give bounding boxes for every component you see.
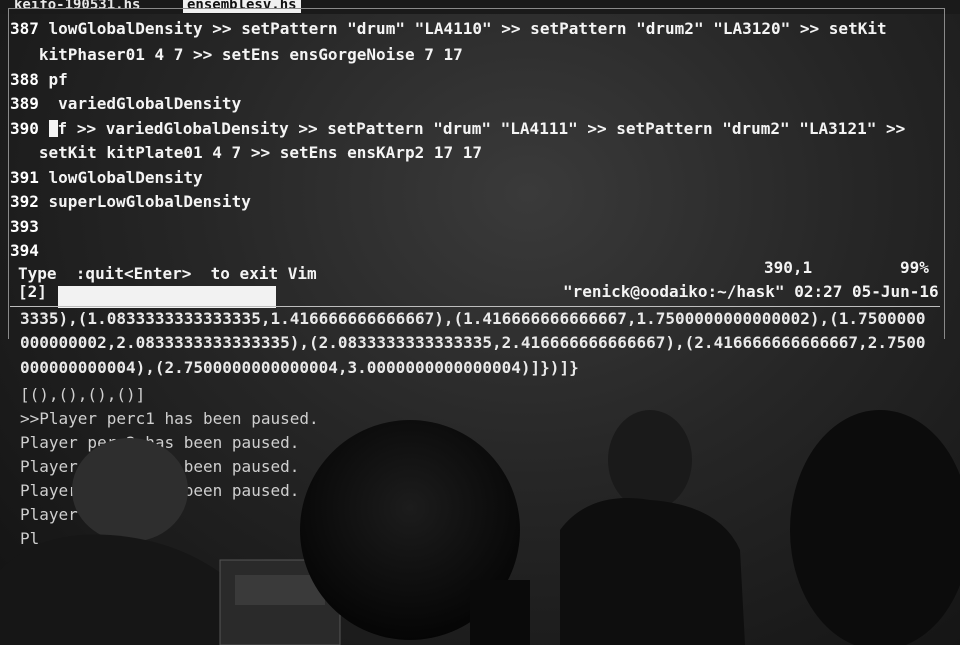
audience-body-left xyxy=(0,534,240,645)
ghci-output-line: 000000000004),(2.7500000000000004,3.0000… xyxy=(20,358,579,377)
line-number: 389 xyxy=(10,94,39,113)
vim-line[interactable]: 392 superLowGlobalDensity xyxy=(10,191,251,213)
code-text: setKit kitPlate01 4 7 >> setEns ensKArp2… xyxy=(10,143,483,162)
code-text: lowGlobalDensity xyxy=(38,168,203,187)
projected-terminal-photo: keifo-190531.hs ensemblesv.hs 387 lowGlo… xyxy=(0,0,960,645)
vim-line[interactable]: 391 lowGlobalDensity xyxy=(10,167,203,189)
line-number: 387 xyxy=(10,19,39,38)
line-number: 390 xyxy=(10,119,39,138)
laptop-silhouette xyxy=(470,580,530,645)
tmux-status-right: "renick@oodaiko:~/hask" 02:27 05-Jun-16 xyxy=(563,282,939,301)
line-number: 392 xyxy=(10,192,39,211)
audience-head-cap xyxy=(72,438,188,542)
audience-head-right xyxy=(790,410,960,645)
ghci-output-line: 3335),(1.0833333333333335,1.416666666666… xyxy=(20,309,926,328)
cursor-position: 390,1 xyxy=(764,258,813,277)
code-text: f >> variedGlobalDensity >> setPattern "… xyxy=(57,119,906,138)
code-text: superLowGlobalDensity xyxy=(38,192,251,211)
ghci-output-line: 000000002,2.0833333333333335),(2.0833333… xyxy=(20,333,926,352)
code-text: variedGlobalDensity xyxy=(38,94,242,113)
mixer-faders xyxy=(235,575,325,605)
line-number: 394 xyxy=(10,241,39,260)
line-number: 388 xyxy=(10,70,39,89)
line-number: 393 xyxy=(10,217,39,236)
vim-line[interactable]: 388 pf xyxy=(10,69,68,91)
vim-line[interactable]: 387 lowGlobalDensity >> setPattern "drum… xyxy=(10,18,887,40)
line-number: 391 xyxy=(10,168,39,187)
vim-line-wrap[interactable]: kitPhaser01 4 7 >> setEns ensGorgeNoise … xyxy=(10,44,463,66)
code-text: kitPhaser01 4 7 >> setEns ensGorgeNoise … xyxy=(10,45,463,64)
vim-message: Type :quit<Enter> to exit Vim xyxy=(18,264,317,283)
performer-body xyxy=(560,498,745,645)
vim-line-wrap[interactable]: setKit kitPlate01 4 7 >> setEns ensKArp2… xyxy=(10,142,482,164)
code-text: lowGlobalDensity >> setPattern "drum" "L… xyxy=(38,19,887,38)
tmux-active-window-highlight xyxy=(58,286,276,308)
audience-silhouettes xyxy=(0,410,960,645)
scroll-percent: 99% xyxy=(900,258,929,277)
pane-divider xyxy=(10,306,940,307)
cursor-block xyxy=(48,120,58,137)
vim-line-current[interactable]: 390 f >> variedGlobalDensity >> setPatte… xyxy=(10,118,905,140)
performer-head xyxy=(608,410,692,510)
vim-line[interactable]: 393 xyxy=(10,216,39,238)
code-text: pf xyxy=(38,70,68,89)
vim-line[interactable]: 394 xyxy=(10,240,39,262)
vim-line[interactable]: 389 variedGlobalDensity xyxy=(10,93,241,115)
tmux-window-index[interactable]: [2] xyxy=(18,282,47,301)
